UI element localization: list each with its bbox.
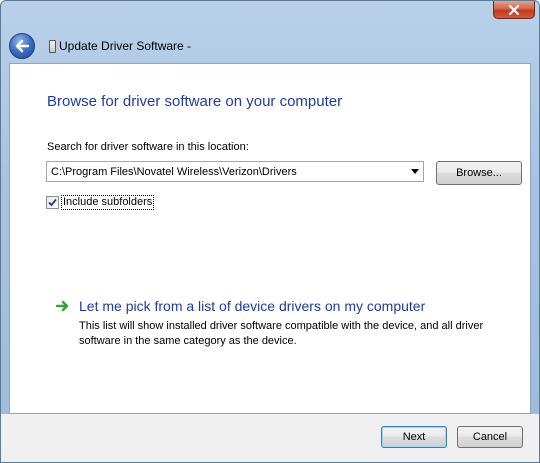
back-button[interactable] (9, 33, 35, 59)
next-button[interactable]: Next (381, 426, 447, 448)
back-arrow-icon (15, 39, 30, 53)
include-subfolders-option[interactable]: Include subfolders (46, 194, 155, 210)
window-title: Update Driver Software - (59, 39, 192, 53)
title-bar[interactable] (1, 1, 539, 29)
close-icon (508, 4, 520, 15)
checkmark-icon (48, 198, 57, 206)
search-location-label: Search for driver software in this locat… (47, 141, 249, 153)
device-icon (49, 40, 56, 53)
chevron-down-icon (411, 169, 419, 174)
green-arrow-icon (56, 300, 69, 312)
include-subfolders-label[interactable]: Include subfolders (61, 194, 155, 210)
search-location-value[interactable]: C:\Program Files\Novatel Wireless\Verizo… (47, 166, 407, 178)
page-heading: Browse for driver software on your compu… (47, 93, 343, 110)
pick-from-list-description: This list will show installed driver sof… (79, 320, 484, 347)
cancel-button[interactable]: Cancel (457, 426, 523, 448)
pick-from-list-link[interactable]: Let me pick from a list of device driver… (79, 298, 425, 314)
search-location-combobox[interactable]: C:\Program Files\Novatel Wireless\Verizo… (46, 161, 424, 182)
browse-button[interactable]: Browse... (436, 161, 522, 185)
dialog-footer: Next Cancel (1, 414, 539, 462)
include-subfolders-checkbox[interactable] (46, 195, 59, 209)
content-panel: Browse for driver software on your compu… (9, 63, 531, 414)
dropdown-button[interactable] (407, 162, 423, 181)
close-button[interactable] (493, 1, 535, 19)
nav-bar: Update Driver Software - (1, 29, 539, 63)
update-driver-window: Update Driver Software - Browse for driv… (0, 0, 540, 463)
